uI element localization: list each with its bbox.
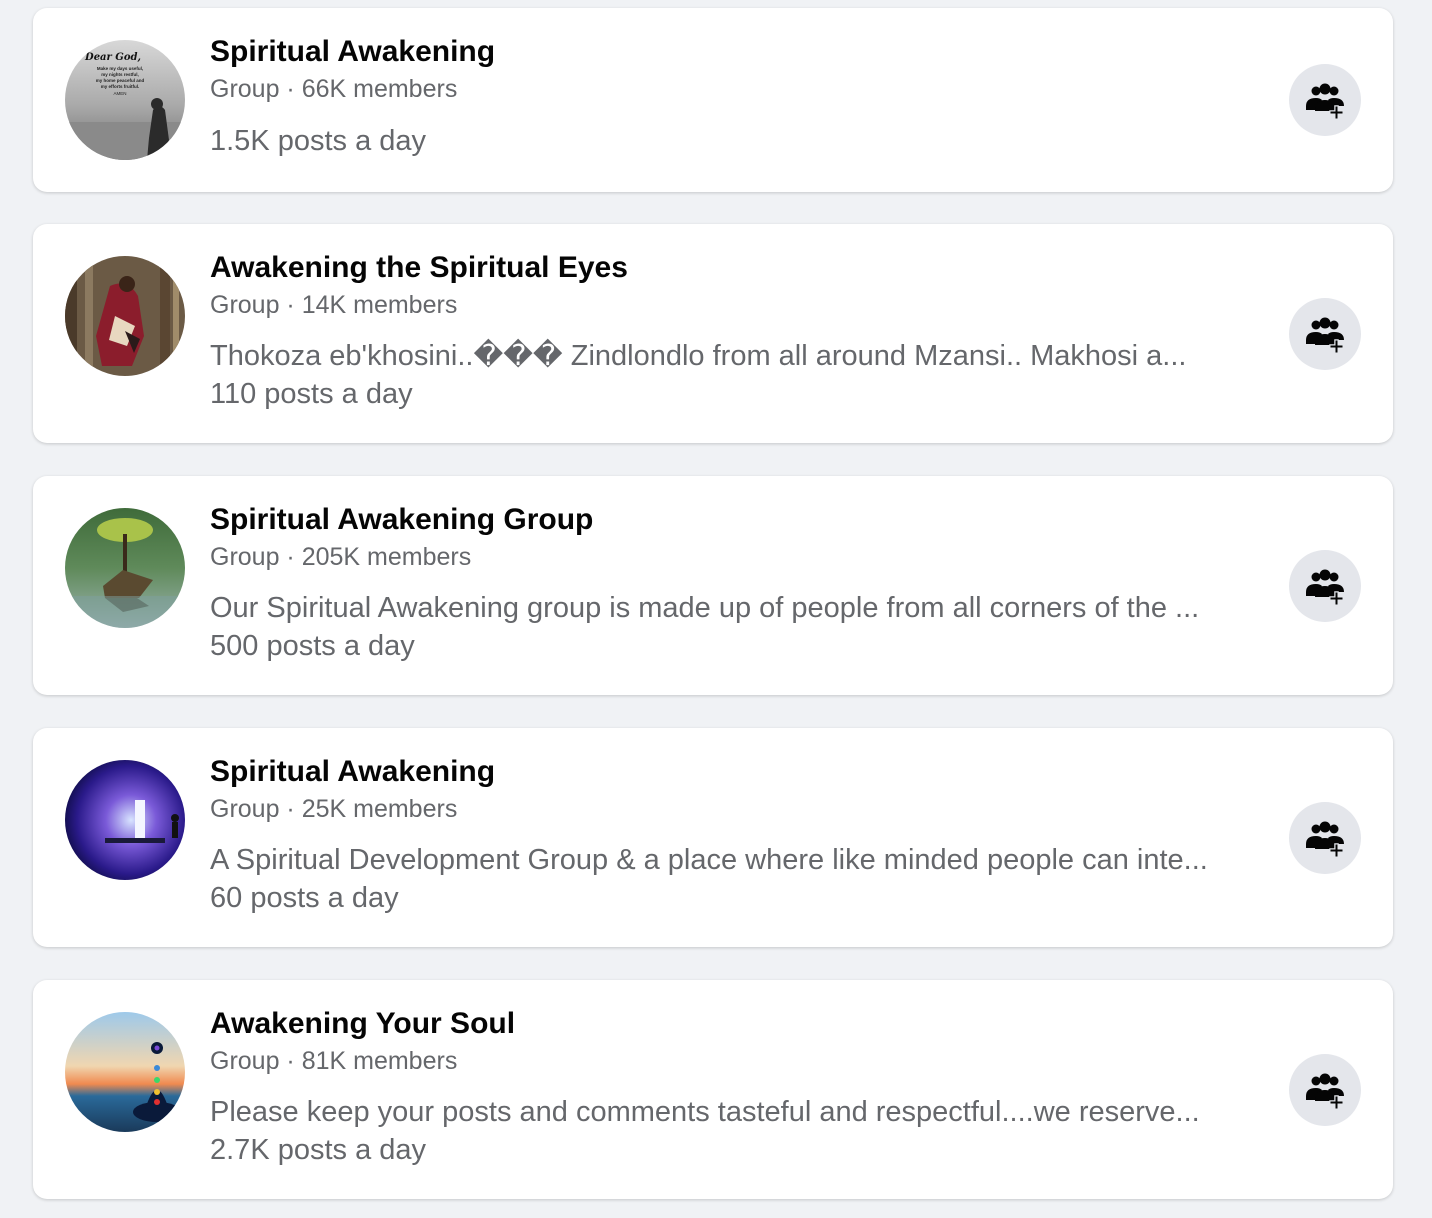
group-description: Please keep your posts and comments tast…	[210, 1096, 1200, 1128]
group-description: Our Spiritual Awakening group is made up…	[210, 592, 1200, 624]
join-group-button[interactable]	[1289, 64, 1361, 136]
group-avatar-image	[65, 508, 185, 628]
join-group-button[interactable]	[1289, 298, 1361, 370]
group-add-icon	[1306, 1073, 1344, 1110]
group-name[interactable]: Awakening the Spiritual Eyes	[210, 250, 1263, 286]
group-avatar[interactable]	[65, 760, 185, 880]
group-avatar[interactable]	[65, 1012, 185, 1132]
group-name[interactable]: Spiritual Awakening Group	[210, 502, 1263, 538]
posts-per-day: 2.7K posts a day	[210, 1134, 427, 1166]
posts-per-day: 60 posts a day	[210, 882, 399, 914]
group-name[interactable]: Spiritual Awakening	[210, 34, 1263, 70]
group-result-card[interactable]: Awakening Your Soul Group · 81K members …	[33, 980, 1393, 1199]
group-result-card[interactable]: Spiritual Awakening Group · 25K members …	[33, 728, 1393, 947]
group-avatar-image	[65, 256, 185, 376]
group-description: A Spiritual Development Group & a place …	[210, 844, 1208, 876]
group-meta: Group · 25K members	[210, 795, 458, 823]
svg-text:Dear God,: Dear God,	[84, 52, 141, 63]
group-meta: Group · 205K members	[210, 543, 472, 571]
group-result-card[interactable]: Dear God, Make my days useful, my nights…	[33, 8, 1393, 192]
group-add-icon	[1306, 83, 1344, 120]
svg-text:my nights restful,: my nights restful,	[101, 72, 139, 77]
join-group-button[interactable]	[1289, 550, 1361, 622]
group-add-icon	[1306, 317, 1344, 354]
group-avatar-image	[65, 1012, 185, 1132]
svg-text:Make my days useful,: Make my days useful,	[97, 66, 143, 71]
group-name[interactable]: Awakening Your Soul	[210, 1006, 1263, 1042]
group-add-icon	[1306, 821, 1344, 858]
group-avatar[interactable]	[65, 256, 185, 376]
group-name[interactable]: Spiritual Awakening	[210, 754, 1263, 790]
posts-per-day: 500 posts a day	[210, 630, 415, 662]
svg-text:my efforts fruitful.: my efforts fruitful.	[101, 84, 140, 89]
group-add-icon	[1306, 569, 1344, 606]
group-avatar-image	[65, 760, 185, 880]
posts-per-day: 110 posts a day	[210, 378, 413, 410]
svg-text:my home peaceful and: my home peaceful and	[96, 78, 145, 83]
group-result-card[interactable]: Awakening the Spiritual Eyes Group · 14K…	[33, 224, 1393, 443]
group-meta: Group · 81K members	[210, 1047, 458, 1075]
posts-per-day: 1.5K posts a day	[210, 125, 427, 157]
group-result-card[interactable]: Spiritual Awakening Group Group · 205K m…	[33, 476, 1393, 695]
group-meta: Group · 66K members	[210, 75, 458, 103]
group-avatar-image: Dear God, Make my days useful, my nights…	[65, 40, 185, 160]
group-avatar[interactable]: Dear God, Make my days useful, my nights…	[65, 40, 185, 160]
group-avatar[interactable]	[65, 508, 185, 628]
join-group-button[interactable]	[1289, 802, 1361, 874]
svg-text:AMEN: AMEN	[113, 91, 126, 96]
group-description: Thokoza eb'khosini..��� Zindlondlo from …	[210, 340, 1187, 372]
join-group-button[interactable]	[1289, 1054, 1361, 1126]
group-meta: Group · 14K members	[210, 291, 458, 319]
